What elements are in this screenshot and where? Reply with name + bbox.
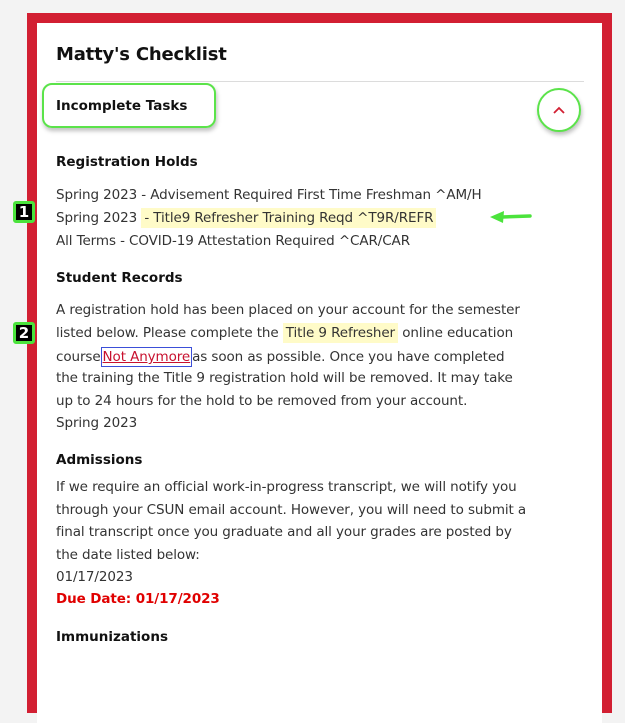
annotation-badge-1: 1 xyxy=(13,201,35,223)
link-highlight-box: Not Anymore xyxy=(100,347,193,367)
chevron-up-icon xyxy=(553,106,565,114)
text-line: the date listed below: xyxy=(56,547,200,563)
admissions-heading: Admissions xyxy=(56,452,143,468)
text-line: up to 24 hours for the hold to be remove… xyxy=(56,393,468,409)
incomplete-tasks-header[interactable]: Incomplete Tasks xyxy=(42,83,216,128)
text-line: listed below. Please complete the Title … xyxy=(56,323,514,343)
text-line: the training the Title 9 registration ho… xyxy=(56,370,513,386)
hold-term: All Terms - xyxy=(56,233,130,249)
highlighted-text: Title 9 Refresher xyxy=(282,323,399,343)
text-line: Spring 2023 xyxy=(56,415,138,431)
hold-term: Spring 2023 xyxy=(56,210,142,226)
hold-item: Spring 2023 - Advisement Required First … xyxy=(56,187,482,203)
text-line: If we require an official work-in-progre… xyxy=(56,479,517,495)
hold-text: Advisement Required First Time Freshman … xyxy=(150,187,482,203)
immunizations-heading: Immunizations xyxy=(56,629,168,645)
due-date: Due Date: 01/17/2023 xyxy=(56,591,220,607)
text-line: course Not Anymore as soon as possible. On… xyxy=(56,347,505,367)
registration-holds-heading: Registration Holds xyxy=(56,154,198,170)
hold-term: Spring 2023 - xyxy=(56,187,151,203)
page-title: Matty's Checklist xyxy=(56,44,227,65)
text-part: as soon as possible. Once you have compl… xyxy=(192,349,505,365)
text-line: A registration hold has been placed on y… xyxy=(56,302,520,318)
text-part: online education xyxy=(398,325,514,341)
annotation-badge-2: 2 xyxy=(13,322,35,344)
text-line: final transcript once you graduate and a… xyxy=(56,524,512,540)
hold-item: All Terms - COVID-19 Attestation Require… xyxy=(56,233,410,249)
annotation-arrow-icon xyxy=(490,211,532,223)
hold-text-highlighted: - Title9 Refresher Training Reqd ^T9R/RE… xyxy=(141,208,437,228)
collapse-toggle-button[interactable] xyxy=(537,88,581,132)
text-line: through your CSUN email account. However… xyxy=(56,502,527,518)
text-line: 01/17/2023 xyxy=(56,569,133,585)
text-part: course xyxy=(56,349,101,365)
not-anymore-link[interactable]: Not Anymore xyxy=(103,349,191,365)
incomplete-tasks-label: Incomplete Tasks xyxy=(56,98,188,114)
divider xyxy=(56,81,584,82)
hold-text: COVID-19 Attestation Required ^CAR/CAR xyxy=(129,233,410,249)
hold-item: Spring 2023 - Title9 Refresher Training … xyxy=(56,208,437,228)
student-records-heading: Student Records xyxy=(56,270,183,286)
text-part: listed below. Please complete the xyxy=(56,325,283,341)
